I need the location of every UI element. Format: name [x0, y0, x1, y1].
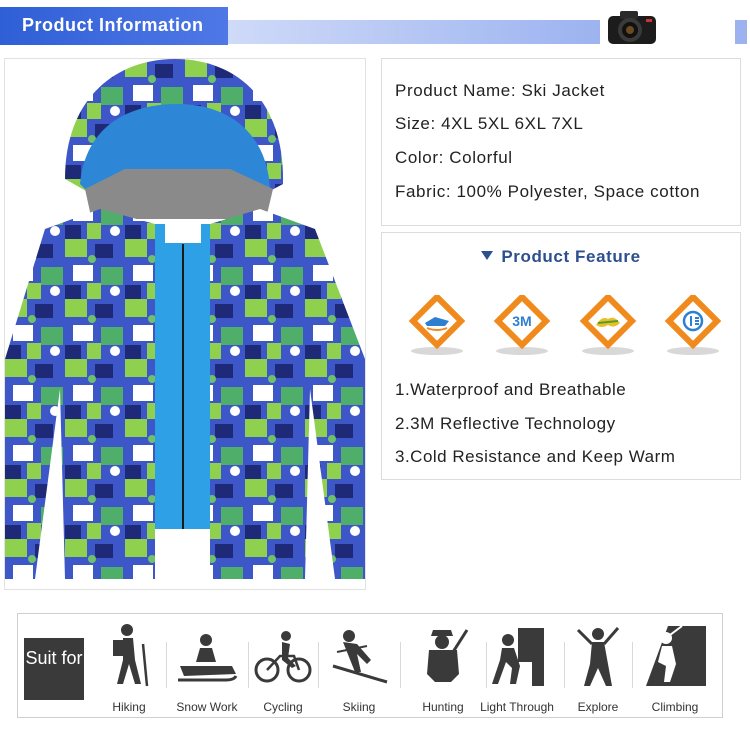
divider: [632, 642, 633, 688]
hunting-icon: [427, 629, 469, 682]
camera-icon: [608, 11, 656, 44]
divider: [318, 642, 319, 688]
breathable-badge-icon: [579, 295, 637, 355]
product-size: Size: 4XL 5XL 6XL 7XL: [395, 114, 584, 133]
triangle-down-icon: [481, 251, 494, 260]
activity-label: Light Through: [480, 700, 554, 714]
feature-item-2: 2.3M Reflective Technology: [395, 414, 616, 433]
activity-snow-work: Snow Work: [168, 622, 246, 714]
activity-label: Explore: [577, 700, 619, 714]
divider: [564, 642, 565, 688]
waterproof-badge-icon: [408, 295, 466, 355]
header-bar: Product Information: [0, 7, 228, 45]
suit-for-label: Suit for: [24, 638, 84, 700]
divider: [400, 642, 401, 688]
product-feature-panel: Product Feature 3M 1.Waterproof and Brea…: [381, 232, 741, 480]
header-strip: [228, 20, 600, 44]
feature-heading: Product Feature: [382, 247, 740, 267]
header-strip-end: [735, 20, 747, 44]
cycling-icon: [254, 631, 312, 683]
feature-item-3: 3.Cold Resistance and Keep Warm: [395, 447, 676, 466]
rock-climbing-icon: [492, 628, 544, 686]
divider: [166, 642, 167, 688]
product-name: Product Name: Ski Jacket: [395, 81, 605, 100]
activity-skiing: Skiing: [320, 622, 398, 714]
activity-light-through: Light Through: [472, 622, 562, 714]
activity-hiking: Hiking: [94, 622, 164, 714]
feature-item-1: 1.Waterproof and Breathable: [395, 380, 627, 399]
snowmobile-icon: [178, 634, 238, 682]
product-image: [4, 58, 366, 590]
explore-icon: [576, 627, 620, 686]
activity-label: Climbing: [651, 700, 699, 714]
section-title: Product Information: [22, 15, 204, 35]
activity-explore: Explore: [566, 622, 630, 714]
product-fabric: Fabric: 100% Polyester, Space cotton: [395, 182, 701, 201]
activity-label: Skiing: [342, 700, 376, 714]
activity-label: Cycling: [263, 700, 303, 714]
mountain-climbing-icon: [646, 625, 706, 686]
cold-resistance-badge-icon: [664, 295, 722, 355]
feature-title-text: Product Feature: [501, 247, 641, 266]
product-color: Color: Colorful: [395, 148, 513, 167]
3m-badge-icon: 3M: [493, 295, 551, 355]
activity-climbing: Climbing: [634, 622, 716, 714]
svg-text:3M: 3M: [512, 313, 531, 329]
skiing-icon: [332, 630, 388, 684]
hiking-icon: [113, 624, 149, 687]
product-info-panel: Product Name: Ski Jacket Size: 4XL 5XL 6…: [381, 58, 741, 226]
activity-label: Hiking: [112, 700, 146, 714]
suit-for-panel: Suit for Hiking Snow Work Cycling Skiing…: [17, 613, 723, 718]
activity-label: Snow Work: [176, 700, 238, 714]
ski-jacket-illustration: [5, 59, 365, 579]
divider: [248, 642, 249, 688]
activity-cycling: Cycling: [250, 622, 316, 714]
